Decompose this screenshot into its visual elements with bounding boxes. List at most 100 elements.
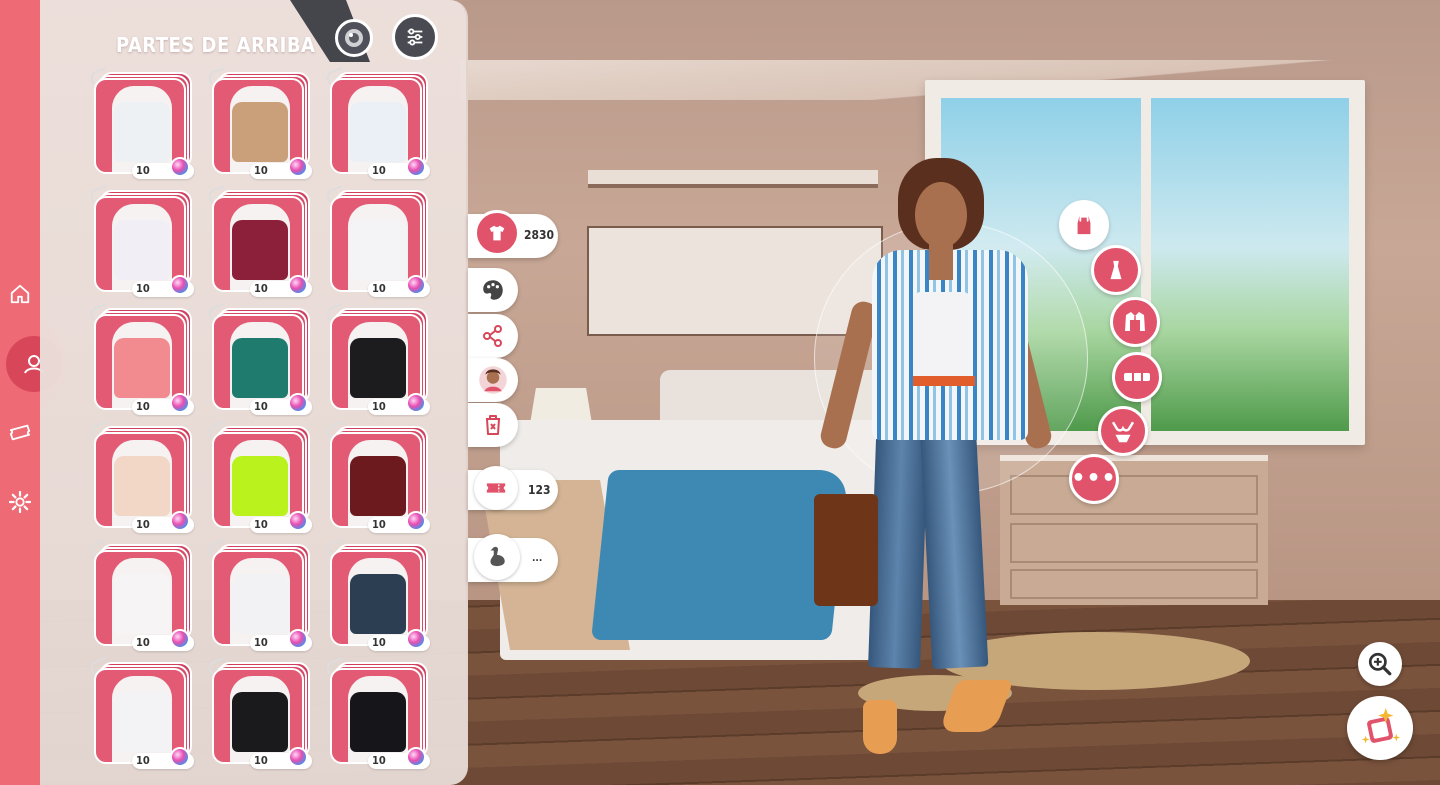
item-price: 10 [136, 282, 150, 295]
dresser-drawer [1010, 569, 1258, 599]
trash-button[interactable] [468, 403, 518, 447]
avatar-belt[interactable] [913, 376, 975, 386]
bed-blanket [591, 470, 849, 640]
looks-button[interactable] [1347, 696, 1413, 760]
item-card-black-cami[interactable]: 10 [324, 303, 432, 416]
avatar-handbag[interactable] [814, 494, 878, 606]
lingerie-icon [1111, 421, 1135, 443]
category-dress-button[interactable] [1091, 245, 1141, 295]
color-wheel-icon [345, 29, 363, 47]
item-card-white-tee[interactable]: 10 [88, 185, 196, 298]
garment-preview [350, 456, 406, 516]
garment-preview [232, 692, 288, 752]
item-card-maroon-graphic-tee[interactable]: 10 [324, 421, 432, 534]
portrait-button[interactable] [468, 358, 518, 402]
item-price: 10 [254, 754, 268, 767]
item-price: 10 [372, 518, 386, 531]
garment-preview [114, 220, 170, 280]
garment-preview [232, 220, 288, 280]
item-card-pink-bow-top[interactable]: 10 [88, 303, 196, 416]
gear-icon[interactable] [8, 490, 32, 514]
belt-icon [1124, 370, 1150, 384]
wall-shelf [588, 170, 878, 188]
item-card-white-button-shirt[interactable]: 10 [206, 539, 314, 652]
share-icon [483, 325, 502, 347]
item-price: 10 [136, 164, 150, 177]
palette-button[interactable] [468, 268, 518, 312]
dress-icon [1110, 260, 1122, 280]
item-card-peach-tie-shirt[interactable]: 10 [88, 421, 196, 534]
pet-counter[interactable]: ... [468, 534, 558, 582]
category-lingerie-button[interactable] [1098, 406, 1148, 456]
share-button[interactable] [468, 314, 518, 358]
category-title: PARTES DE ARRIBA [116, 33, 316, 57]
item-price: 10 [372, 754, 386, 767]
item-card-neon-green-crop[interactable]: 10 [206, 421, 314, 534]
gem-currency-icon [170, 747, 190, 767]
clothes-counter[interactable]: 2830 [468, 210, 558, 258]
avatar-shoe[interactable] [863, 700, 897, 754]
item-card-crochet-bikini-top[interactable]: 10 [206, 67, 314, 180]
garment-preview [350, 574, 406, 634]
item-price: 10 [254, 518, 268, 531]
category-belt-button[interactable] [1112, 352, 1162, 402]
palette-icon [483, 280, 503, 300]
sliders-icon [407, 28, 423, 46]
avatar-face[interactable] [915, 182, 967, 248]
item-price: 10 [136, 518, 150, 531]
item-card-black-cardigan[interactable]: 10 [324, 657, 432, 770]
garment-preview [114, 338, 170, 398]
gem-currency-icon [406, 393, 426, 413]
dresser-drawer [1010, 475, 1258, 515]
ticket-icon[interactable] [8, 420, 32, 444]
item-card-white-ruffle-blouse[interactable]: 10 [324, 185, 432, 298]
gem-currency-icon [170, 629, 190, 649]
dresser-drawer [1010, 523, 1258, 563]
garment-preview [232, 338, 288, 398]
wardrobe-panel: PARTES DE ARRIBA 10 10 10 10 10 10 10 10 10 10 10 1… [40, 0, 468, 785]
looks-sparkle-icon [1361, 707, 1401, 744]
garment-preview [114, 102, 170, 162]
item-price: 10 [254, 164, 268, 177]
window-pane-right [1151, 98, 1349, 431]
item-card-navy-corset[interactable]: 10 [324, 539, 432, 652]
item-card-white-heart-cutout[interactable]: 10 [88, 539, 196, 652]
gem-currency-icon [288, 275, 308, 295]
zoom-in-button[interactable] [1358, 642, 1402, 686]
category-dropdown[interactable]: PARTES DE ARRIBA [116, 32, 334, 58]
item-card-white-corset-top[interactable]: 10 [88, 67, 196, 180]
home-icon[interactable] [8, 282, 32, 306]
garment-preview [114, 692, 170, 752]
gem-currency-icon [288, 157, 308, 177]
category-jacket-button[interactable] [1110, 297, 1160, 347]
tickets-count: 123 [528, 483, 551, 497]
category-tank-top-button[interactable] [1059, 200, 1109, 250]
category-more-button[interactable]: ••• [1069, 454, 1119, 504]
garment-preview [232, 456, 288, 516]
gem-currency-icon [288, 511, 308, 531]
item-card-white-bustier[interactable]: 10 [88, 657, 196, 770]
tickets-counter[interactable]: 123 [468, 466, 558, 510]
item-card-burgundy-lace-babydoll[interactable]: 10 [206, 185, 314, 298]
goose-icon [474, 534, 520, 580]
filter-button[interactable] [392, 14, 438, 60]
garment-preview [350, 338, 406, 398]
gem-currency-icon [288, 393, 308, 413]
gem-currency-icon [406, 157, 426, 177]
gem-currency-icon [170, 511, 190, 531]
item-price: 10 [372, 400, 386, 413]
gem-currency-icon [288, 747, 308, 767]
garment-preview [232, 574, 288, 634]
item-card-teal-sports-bra[interactable]: 10 [206, 303, 314, 416]
item-card-white-puff-blouse[interactable]: 10 [324, 67, 432, 180]
garment-preview [232, 102, 288, 162]
item-price: 10 [254, 636, 268, 649]
gem-currency-icon [406, 747, 426, 767]
portrait-icon [479, 366, 507, 394]
tank-top-icon [1077, 215, 1091, 235]
item-card-black-offshoulder-mesh[interactable]: 10 [206, 657, 314, 770]
avatar-top[interactable] [913, 292, 971, 376]
ticket-icon [474, 466, 518, 510]
dresser [1000, 455, 1268, 605]
color-wheel-button[interactable] [335, 19, 373, 57]
